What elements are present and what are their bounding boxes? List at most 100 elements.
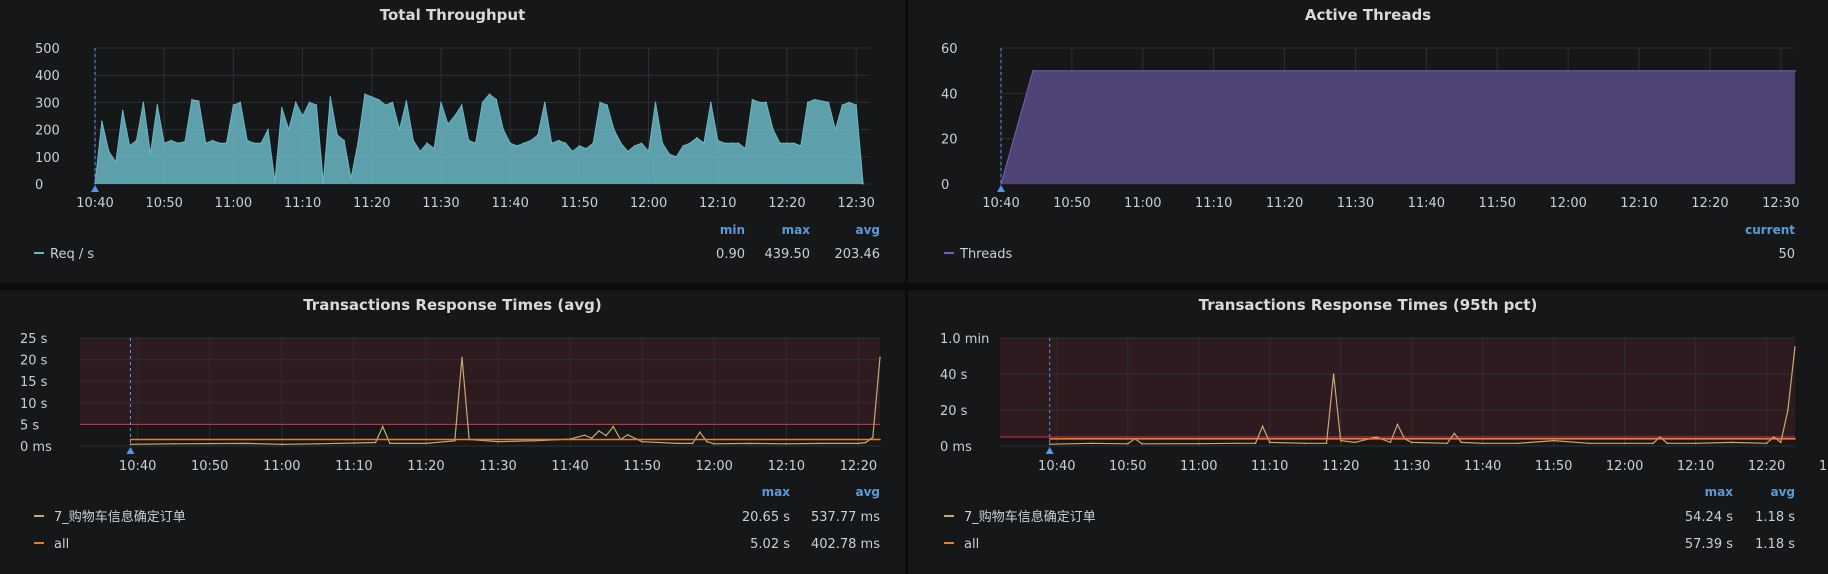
- data-point: [706, 440, 708, 443]
- data-point: [689, 142, 691, 144]
- x-tick-label: 11:50: [623, 459, 660, 474]
- chart-response-times-avg: 0 ms 5 s 10 s 15 s 20 s 25 s 10:40 10:50 11:00 11…: [20, 332, 949, 552]
- data-point: [1517, 442, 1519, 445]
- y-tick-label: 5 s: [20, 418, 39, 433]
- legend-stat-value: 0.90: [716, 247, 745, 262]
- data-point: [758, 101, 761, 104]
- data-point: [425, 442, 427, 445]
- data-point: [605, 434, 607, 437]
- data-point: [497, 440, 499, 443]
- x-tick-label: 11:20: [407, 459, 444, 474]
- threshold-region: [1000, 338, 1795, 437]
- data-point: [1552, 439, 1555, 442]
- chart-response-times-p95: 0 ms 20 s 40 s 1.0 min 10:40 10:50 11:00 11:10 1…: [940, 332, 1828, 552]
- data-point: [785, 443, 788, 445]
- data-point: [1091, 442, 1094, 445]
- x-tick-label: 10:50: [1053, 196, 1090, 211]
- legend-swatch: [34, 252, 44, 254]
- data-point: [225, 142, 228, 144]
- data-point: [317, 443, 319, 445]
- data-point: [1325, 442, 1328, 445]
- y-tick-label: 0 ms: [940, 440, 972, 455]
- data-point: [793, 142, 795, 144]
- data-point: [682, 145, 684, 147]
- legend-series-name: Req / s: [50, 247, 94, 262]
- x-tick-label: 12:00: [695, 459, 732, 474]
- data-point: [391, 101, 394, 104]
- data-point: [1032, 69, 1034, 72]
- data-point: [564, 142, 567, 144]
- data-point: [495, 98, 498, 101]
- data-point: [204, 142, 207, 144]
- data-point: [599, 101, 601, 104]
- y-tick-label: 25 s: [20, 332, 48, 347]
- x-tick-label: 12:10: [1677, 459, 1714, 474]
- legend-header: current: [1745, 223, 1795, 237]
- data-point: [612, 425, 615, 428]
- legend-stat-value: 1.18 s: [1755, 537, 1795, 552]
- data-point: [717, 139, 719, 142]
- data-point: [381, 425, 384, 428]
- data-point: [626, 434, 629, 436]
- data-point: [827, 101, 830, 104]
- y-tick-label: 15 s: [20, 375, 48, 390]
- data-point: [841, 104, 844, 106]
- chart-total-throughput: 0 100 200 300 400 500 10:40 10:50 11:00 11:10 11:2…: [34, 42, 880, 262]
- data-point: [862, 182, 864, 185]
- data-point: [820, 100, 823, 102]
- data-point: [710, 101, 712, 104]
- data-point: [115, 161, 117, 163]
- y-tick-label: 1.0 min: [940, 332, 989, 347]
- x-tick-label: 10:40: [119, 459, 156, 474]
- data-point: [108, 150, 110, 153]
- data-point: [135, 139, 138, 142]
- data-point: [433, 147, 435, 150]
- data-point: [713, 443, 715, 445]
- data-point: [668, 153, 671, 155]
- legend-header: max: [762, 485, 791, 499]
- data-point: [281, 107, 283, 109]
- x-tick-label: 10:50: [1109, 459, 1146, 474]
- data-point: [353, 442, 355, 444]
- data-point: [661, 142, 664, 144]
- x-tick-label: 11:10: [335, 459, 372, 474]
- data-point: [447, 123, 449, 125]
- panel-active-threads[interactable]: Active Threads 0 20 40 60 10:40 10:50 11:00 11:…: [908, 0, 1828, 283]
- data-point: [779, 142, 781, 144]
- legend-header: avg: [1770, 485, 1795, 499]
- data-point: [474, 142, 477, 144]
- y-tick-label: 100: [35, 151, 60, 166]
- data-point: [585, 147, 588, 150]
- x-tick-label: 12:20: [840, 459, 877, 474]
- legend-swatch: [944, 542, 954, 544]
- data-point: [1481, 442, 1484, 445]
- data-point: [737, 142, 740, 144]
- x-tick-label: 11:40: [1464, 459, 1501, 474]
- data-point: [301, 115, 304, 117]
- data-point: [1304, 442, 1306, 445]
- data-point: [1354, 441, 1356, 444]
- y-tick-label: 60: [941, 42, 958, 57]
- y-tick-label: 40: [941, 87, 958, 102]
- data-point: [765, 101, 767, 104]
- data-point: [198, 100, 200, 102]
- y-tick-label: 200: [35, 124, 60, 139]
- data-point: [1268, 441, 1271, 444]
- x-tick-label: 11:20: [353, 196, 390, 211]
- panel-response-times-avg[interactable]: Transactions Response Times (avg) 0 ms 5 …: [0, 290, 949, 574]
- data-point: [1787, 409, 1789, 411]
- data-point: [232, 104, 235, 106]
- x-tick-label: 11:50: [1479, 196, 1516, 211]
- series-area: [95, 94, 864, 184]
- data-point: [786, 142, 788, 144]
- data-point: [467, 139, 470, 142]
- data-point: [857, 442, 860, 445]
- data-point: [855, 104, 857, 106]
- data-point: [294, 101, 297, 104]
- data-point: [1453, 432, 1456, 435]
- panel-response-times-p95[interactable]: Transactions Response Times (95th pct) 0…: [908, 290, 1828, 574]
- chart-active-threads: 0 20 40 60 10:40 10:50 11:00 11:10 11:20 11:30 11:…: [941, 42, 1800, 262]
- data-point: [246, 139, 248, 142]
- data-point: [516, 145, 518, 147]
- panel-total-throughput[interactable]: Total Throughput 0 100 200 300 400 500 10:40 10…: [0, 0, 905, 283]
